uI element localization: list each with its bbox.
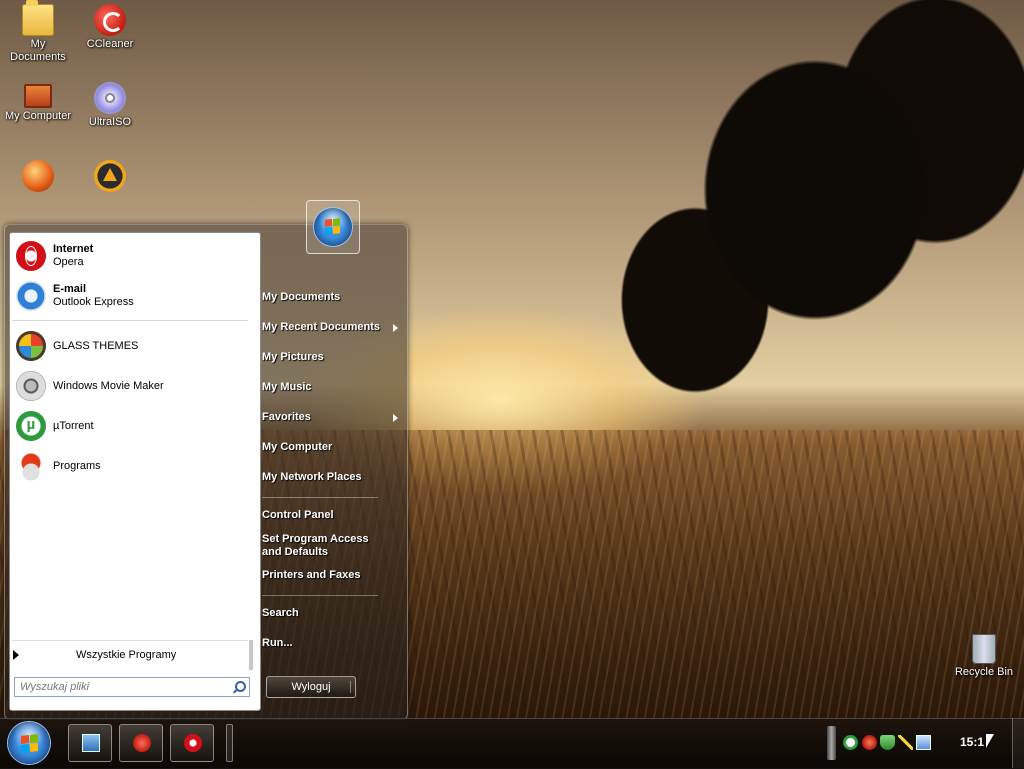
desktop-icon-label: CCleaner [86, 38, 134, 50]
right-item-label: Favorites [262, 411, 311, 423]
ccleaner-tray-icon[interactable] [862, 735, 877, 750]
desktop-icon-label: UltraISO [88, 116, 132, 128]
windows-logo-icon [20, 733, 38, 753]
show-desktop-icon [82, 734, 100, 752]
computer-icon [24, 84, 52, 108]
right-item-label: My Network Places [262, 471, 362, 483]
recent-item-label: µTorrent [53, 419, 94, 432]
logoff-button[interactable]: Wyloguj [266, 676, 356, 698]
quicklaunch-opera[interactable] [170, 724, 214, 762]
mouse-cursor-icon [986, 734, 994, 748]
opera-icon [16, 241, 46, 271]
right-item-label: My Documents [262, 291, 341, 303]
opera-icon [184, 734, 202, 752]
windows-logo-icon [314, 208, 352, 246]
recent-item-windows-movie-maker[interactable]: Windows Movie Maker [16, 368, 252, 404]
search-input[interactable] [15, 680, 232, 694]
right-item-label: Printers and Faxes [262, 569, 361, 581]
right-item-label: My Recent Documents [262, 321, 380, 333]
pinned-item-title: E-mail [53, 283, 87, 295]
ccleaner-icon [133, 734, 151, 752]
right-item-favorites[interactable]: Favorites [262, 411, 398, 424]
right-item-label: Control Panel [262, 509, 334, 521]
menu-separator [262, 497, 378, 498]
recent-item-label: Programs [53, 459, 101, 472]
recent-item-label: GLASS THEMES [53, 339, 139, 352]
submenu-arrow-icon [393, 324, 398, 332]
taskbar-grip[interactable] [226, 724, 233, 762]
ccleaner-icon [94, 4, 126, 36]
aimp-icon [94, 160, 126, 192]
security-shield-icon[interactable] [880, 735, 895, 750]
all-programs-label: Wszystkie Programy [76, 649, 177, 661]
globe-icon [22, 160, 54, 192]
desktop-icon-label: Recycle Bin [954, 666, 1014, 678]
right-item-my-network-places[interactable]: My Network Places [262, 471, 362, 484]
utorrent-tray-icon[interactable] [843, 735, 858, 750]
desktop-icon-my-documents[interactable]: My Documents [0, 0, 76, 64]
wand-icon[interactable] [898, 735, 913, 750]
quicklaunch-ccleaner[interactable] [119, 724, 163, 762]
right-item-my-music[interactable]: My Music [262, 381, 312, 394]
programs-scrollbar[interactable] [249, 640, 253, 670]
pinned-item-subtitle: Outlook Express [53, 296, 134, 308]
right-item-printers-and-faxes[interactable]: Printers and Faxes [262, 569, 360, 582]
right-item-search[interactable]: Search [262, 607, 299, 620]
desktop-icon-aimp[interactable] [72, 160, 148, 194]
right-item-set-program-access[interactable]: Set Program Access and Defaults [262, 533, 390, 559]
taskbar-clock[interactable]: 15:1 [960, 735, 984, 749]
right-item-label: Run... [262, 637, 293, 649]
logoff-label: Wyloguj [291, 681, 331, 693]
submenu-arrow-icon [393, 414, 398, 422]
desktop-icon-label: My Documents [10, 38, 66, 63]
right-item-label: My Music [262, 381, 312, 393]
outlook-express-icon [16, 281, 46, 311]
right-item-label: Set Program Access and Defaults [262, 533, 369, 558]
right-item-my-computer[interactable]: My Computer [262, 441, 332, 454]
search-field[interactable] [14, 677, 250, 697]
pinned-item-subtitle: Opera [53, 256, 84, 268]
pinned-item-title: Internet [53, 243, 94, 255]
search-icon[interactable] [232, 680, 246, 694]
wallpaper-trees [575, 0, 1024, 470]
tray-grip[interactable] [827, 726, 836, 760]
menu-separator [12, 320, 248, 321]
show-desktop-button[interactable] [1012, 718, 1024, 768]
recent-item-programs[interactable]: Programs [16, 448, 252, 484]
recent-item-glass-themes[interactable]: GLASS THEMES [16, 328, 252, 364]
right-item-run[interactable]: Run... [262, 637, 293, 650]
right-item-my-recent-documents[interactable]: My Recent Documents [262, 321, 398, 334]
glass-themes-icon [16, 331, 46, 361]
desktop-icon-ccleaner[interactable]: CCleaner [72, 4, 148, 51]
desktop-icon-label: My Computer [4, 110, 72, 122]
right-item-control-panel[interactable]: Control Panel [262, 509, 334, 522]
desktop-icon-recycle-bin[interactable]: Recycle Bin [946, 634, 1022, 679]
all-programs-button[interactable]: Wszystkie Programy [12, 640, 248, 669]
network-icon[interactable] [916, 735, 931, 750]
desktop-icon-globe[interactable] [0, 160, 76, 194]
programs-icon [16, 451, 46, 481]
folder-icon [22, 0, 54, 36]
menu-separator [262, 595, 378, 596]
utorrent-icon [16, 411, 46, 441]
quicklaunch-show-desktop[interactable] [68, 724, 112, 762]
right-item-label: Search [262, 607, 299, 619]
right-item-label: My Pictures [262, 351, 324, 363]
start-button[interactable] [8, 722, 50, 764]
start-menu-orb [306, 200, 360, 254]
disc-icon [94, 82, 126, 114]
right-item-label: My Computer [262, 441, 333, 453]
arrow-right-icon [13, 650, 19, 660]
recycle-bin-icon [972, 634, 996, 664]
recent-item-label: Windows Movie Maker [53, 379, 164, 392]
right-item-my-pictures[interactable]: My Pictures [262, 351, 324, 364]
desktop-icon-ultraiso[interactable]: UltraISO [72, 82, 148, 129]
right-item-my-documents[interactable]: My Documents [262, 291, 340, 304]
pinned-item-internet[interactable]: Internet Opera [16, 238, 252, 274]
desktop-icon-my-computer[interactable]: My Computer [0, 84, 76, 123]
recent-item-utorrent[interactable]: µTorrent [16, 408, 252, 444]
movie-maker-icon [16, 371, 46, 401]
pinned-item-email[interactable]: E-mail Outlook Express [16, 278, 252, 314]
